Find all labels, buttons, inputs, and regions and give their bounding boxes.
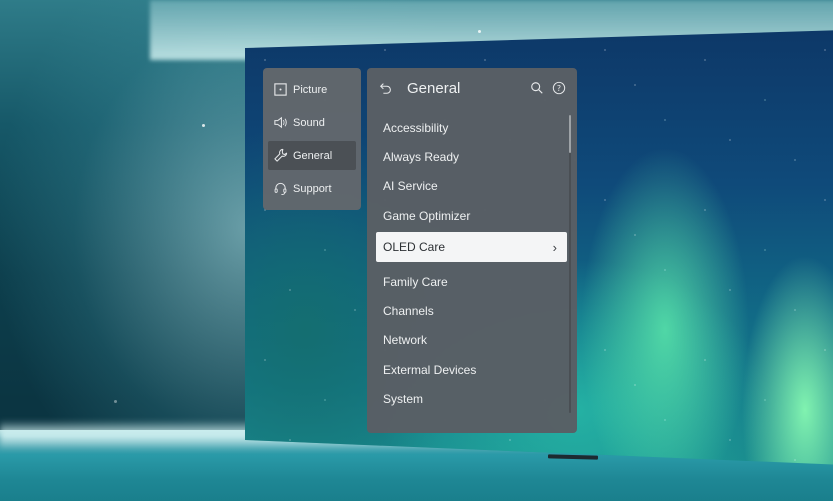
menu-item-network[interactable]: Network <box>376 326 567 355</box>
back-arrow-icon <box>380 83 391 94</box>
page-title: General <box>407 79 461 97</box>
help-button[interactable]: ? <box>551 80 567 96</box>
menu-item-oled-care[interactable]: OLED Care › <box>376 232 567 263</box>
scrollbar-thumb[interactable] <box>569 115 571 153</box>
help-icon: ? <box>552 81 566 95</box>
general-menu-panel: General ? Accessibility Always Ready AI … <box>367 68 577 433</box>
menu-item-label: System <box>383 392 424 407</box>
scrollbar[interactable] <box>569 115 571 413</box>
picture-icon <box>274 83 287 96</box>
search-icon <box>531 82 543 94</box>
menu-item-system[interactable]: System <box>376 384 567 413</box>
menu-list: Accessibility Always Ready AI Service Ga… <box>376 113 567 414</box>
background-sparkle <box>114 400 117 403</box>
menu-item-channels[interactable]: Channels <box>376 296 567 325</box>
headset-icon <box>274 182 287 195</box>
menu-item-label: Game Optimizer <box>383 208 471 223</box>
menu-item-always-ready[interactable]: Always Ready <box>376 142 567 171</box>
back-button[interactable] <box>377 79 395 97</box>
menu-item-external-devices[interactable]: Extermal Devices <box>376 355 567 384</box>
menu-item-label: Network <box>383 333 428 348</box>
chevron-right-icon: › <box>552 239 557 255</box>
category-item-picture[interactable]: Picture <box>268 75 356 104</box>
menu-item-label: Channels <box>383 304 434 319</box>
category-label: Picture <box>293 83 328 96</box>
menu-item-family-care[interactable]: Family Care <box>376 267 567 296</box>
menu-item-accessibility[interactable]: Accessibility <box>376 113 567 142</box>
wrench-icon <box>274 148 288 162</box>
category-panel: Picture Sound General Support <box>263 68 361 210</box>
category-label: Support <box>293 182 332 195</box>
svg-text:?: ? <box>557 84 561 93</box>
category-label: General <box>293 149 333 162</box>
category-item-sound[interactable]: Sound <box>268 108 356 137</box>
menu-item-label: AI Service <box>383 179 438 194</box>
speaker-icon <box>274 116 287 129</box>
menu-item-game-optimizer[interactable]: Game Optimizer <box>376 201 567 230</box>
menu-header: General ? <box>367 68 577 108</box>
menu-item-ai-service[interactable]: AI Service <box>376 172 567 201</box>
menu-item-label: Family Care <box>383 274 448 289</box>
category-label: Sound <box>293 116 325 129</box>
category-item-general[interactable]: General <box>268 141 356 170</box>
menu-item-label: OLED Care <box>383 240 446 255</box>
background-sparkle <box>478 30 481 33</box>
category-item-support[interactable]: Support <box>268 174 356 203</box>
menu-item-label: Extermal Devices <box>383 362 477 377</box>
background-sparkle <box>202 124 205 127</box>
menu-item-label: Always Ready <box>383 149 460 164</box>
menu-item-label: Accessibility <box>383 120 449 135</box>
search-button[interactable] <box>529 80 545 96</box>
